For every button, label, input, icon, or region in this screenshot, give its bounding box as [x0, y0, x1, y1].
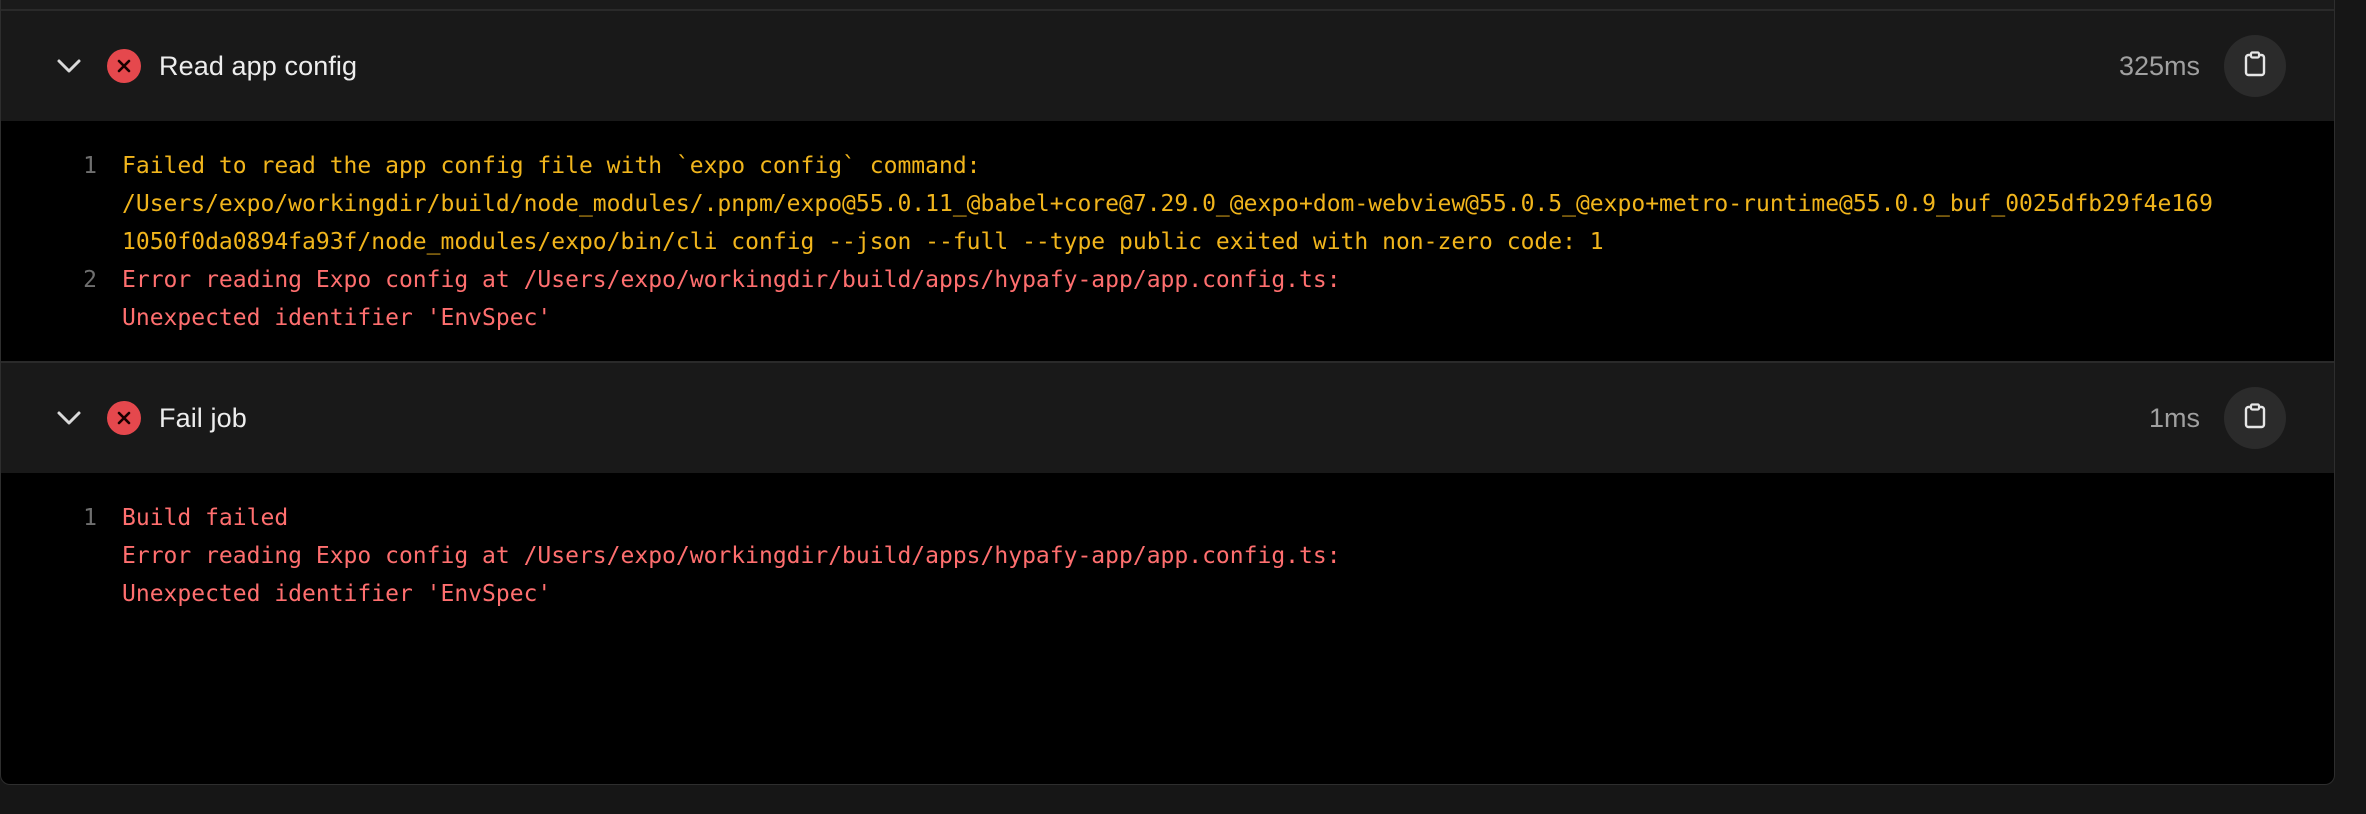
line-number: 1 [83, 505, 97, 531]
log-text: Unexpected identifier 'EnvSpec' [122, 581, 552, 607]
log-text: Unexpected identifier 'EnvSpec' [122, 305, 552, 331]
line-number [1, 575, 97, 613]
log-line: 1050f0da0894fa93f/node_modules/expo/bin/… [1, 223, 2334, 261]
log-line: Unexpected identifier 'EnvSpec' [1, 299, 2334, 337]
error-x-icon [107, 401, 141, 435]
log-text: Build failed [122, 505, 289, 531]
step-header-read-app-config[interactable]: Read app config 325ms [1, 11, 2334, 121]
chevron-down-icon[interactable] [55, 52, 83, 80]
line-number: 2 [83, 267, 97, 293]
copy-logs-button[interactable] [2224, 35, 2286, 97]
log-text: 1050f0da0894fa93f/node_modules/expo/bin/… [122, 229, 1604, 255]
step-duration: 1ms [2148, 402, 2200, 433]
step-header-fail-job[interactable]: Fail job 1ms [1, 363, 2334, 473]
log-line: Error reading Expo config at /Users/expo… [1, 537, 2334, 575]
step-duration: 325ms [2118, 50, 2200, 81]
step-title: Fail job [159, 402, 247, 433]
step-log-fail-job: 1 Build failed Error reading Expo config… [1, 473, 2334, 637]
line-number [1, 223, 97, 261]
clipboard-icon [2243, 50, 2267, 82]
line-number [1, 299, 97, 337]
copy-logs-button[interactable] [2224, 387, 2286, 449]
line-number [1, 537, 97, 575]
error-x-icon [107, 49, 141, 83]
log-line: Unexpected identifier 'EnvSpec' [1, 575, 2334, 613]
panel-top-strip [1, 0, 2334, 11]
log-text: Error reading Expo config at /Users/expo… [122, 267, 1341, 293]
clipboard-icon [2243, 402, 2267, 434]
log-line: 2 Error reading Expo config at /Users/ex… [1, 261, 2334, 299]
chevron-down-icon[interactable] [55, 404, 83, 432]
log-text: /Users/expo/workingdir/build/node_module… [122, 191, 2213, 217]
log-text: Failed to read the app config file with … [122, 153, 981, 179]
log-line: 1 Build failed [1, 499, 2334, 537]
line-number [1, 185, 97, 223]
step-log-read-app-config: 1 Failed to read the app config file wit… [1, 121, 2334, 361]
build-logs-panel: Read app config 325ms 1 Failed to read t… [0, 0, 2335, 785]
line-number: 1 [83, 153, 97, 179]
log-text: Error reading Expo config at /Users/expo… [122, 543, 1341, 569]
step-title: Read app config [159, 50, 358, 81]
log-line: 1 Failed to read the app config file wit… [1, 147, 2334, 185]
log-line: /Users/expo/workingdir/build/node_module… [1, 185, 2334, 223]
